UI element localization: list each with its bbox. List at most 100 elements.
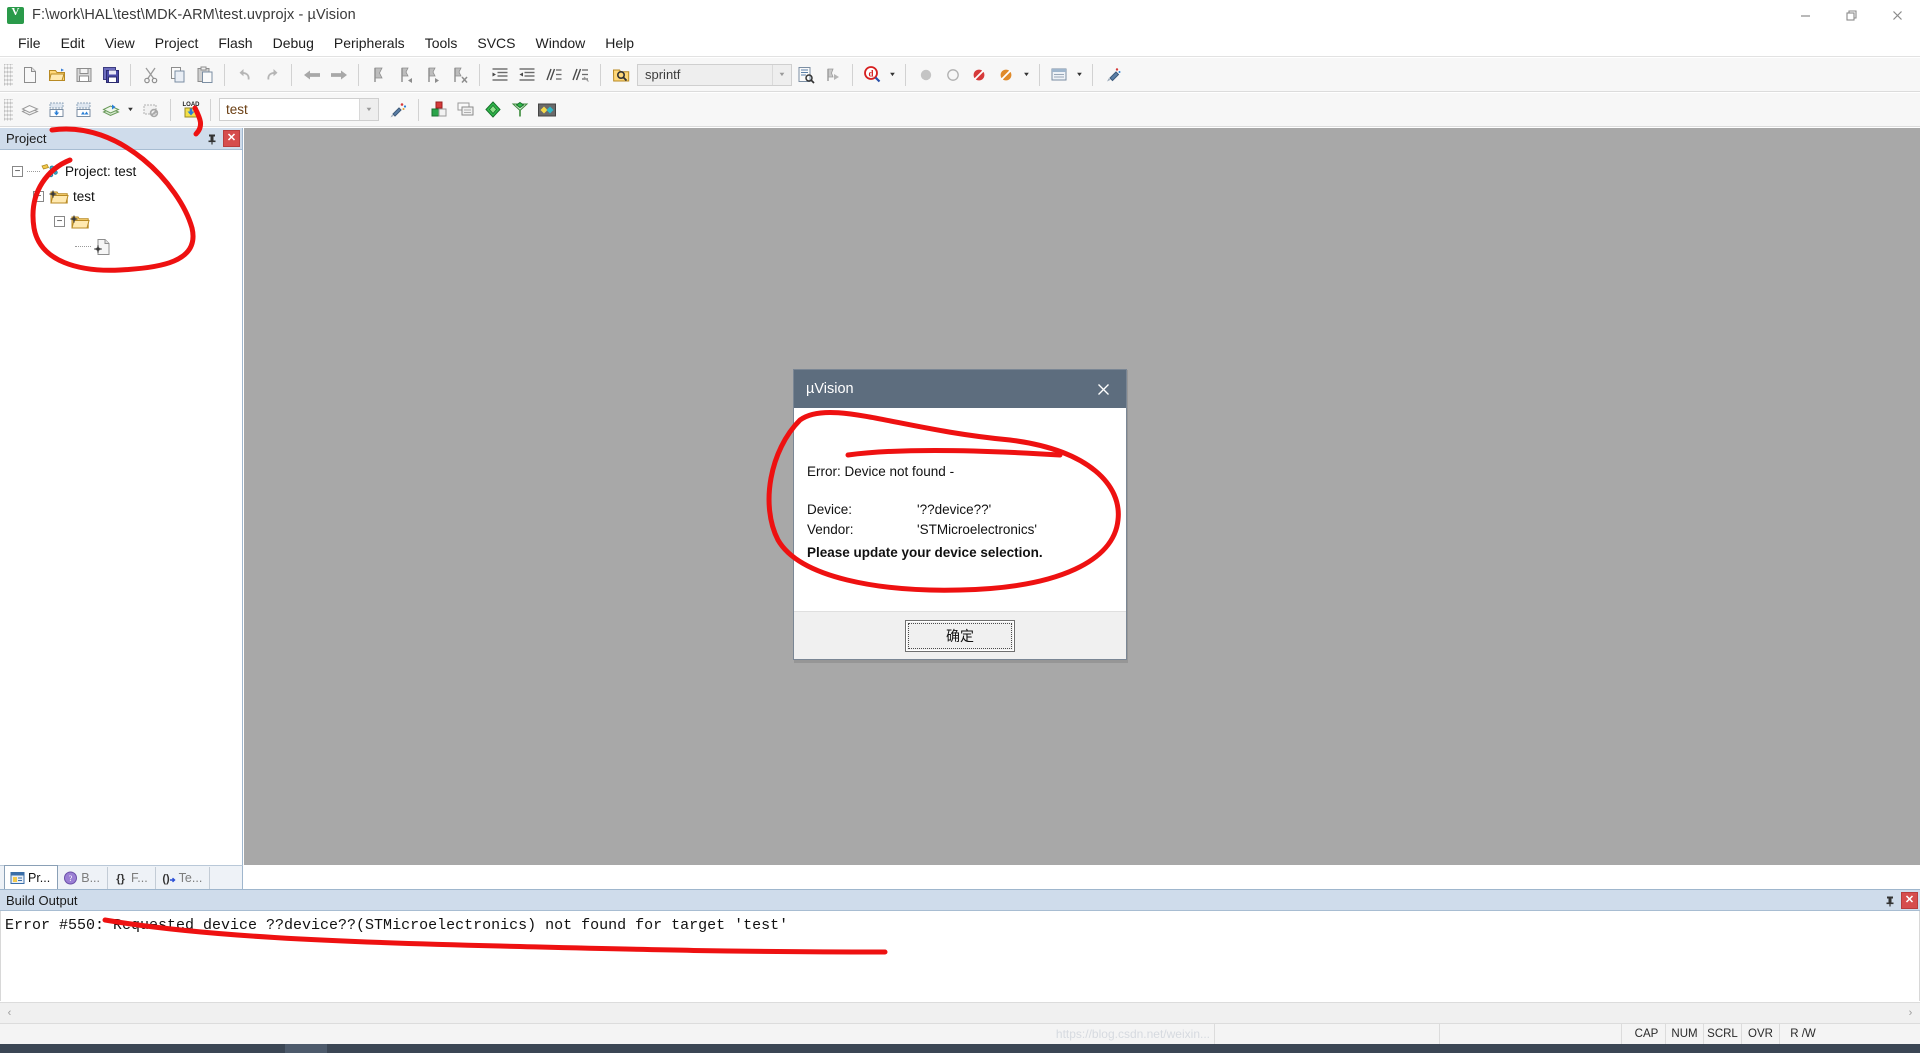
debug-search-icon[interactable]: d <box>859 61 886 88</box>
expand-collapse-icon[interactable]: − <box>12 166 23 177</box>
scroll-right-icon[interactable]: › <box>1901 1004 1920 1023</box>
pin-icon[interactable] <box>1881 892 1898 909</box>
chevron-down-icon[interactable] <box>124 96 137 123</box>
tree-node-file[interactable] <box>12 234 242 259</box>
bookmark-next-icon[interactable] <box>419 61 446 88</box>
tab-books[interactable]: ? B... <box>58 867 108 889</box>
menu-peripherals[interactable]: Peripherals <box>324 31 415 55</box>
navigate-back-icon[interactable] <box>298 61 325 88</box>
bookmark-toggle-icon[interactable] <box>365 61 392 88</box>
status-message-area: https://blog.csdn.net/weixin... <box>0 1023 1215 1045</box>
build-output-hscrollbar[interactable]: ‹ › <box>0 1002 1920 1023</box>
menu-debug[interactable]: Debug <box>263 31 324 55</box>
search-combo[interactable]: sprintf <box>637 63 792 86</box>
navigate-forward-icon[interactable] <box>325 61 352 88</box>
pack-installer-icon[interactable] <box>479 96 506 123</box>
build-output-title: Build Output <box>6 892 78 908</box>
copy-icon[interactable] <box>164 61 191 88</box>
target-options-icon[interactable] <box>385 96 412 123</box>
chevron-down-icon[interactable] <box>1020 61 1033 88</box>
breakpoint-icon[interactable] <box>912 61 939 88</box>
dialog-footer: 确定 <box>794 611 1126 659</box>
chevron-down-icon[interactable] <box>359 99 378 120</box>
expand-collapse-icon[interactable]: − <box>54 216 65 227</box>
tab-functions[interactable]: {} F... <box>108 867 156 889</box>
menu-tools[interactable]: Tools <box>415 31 468 55</box>
comment-icon[interactable] <box>540 61 567 88</box>
source-file-icon <box>91 238 111 256</box>
paste-icon[interactable] <box>191 61 218 88</box>
incremental-find-icon[interactable] <box>792 61 819 88</box>
close-icon[interactable]: ✕ <box>223 130 240 147</box>
close-icon[interactable] <box>1874 0 1920 30</box>
download-icon[interactable]: LOAD <box>177 96 204 123</box>
taskbar-active-app[interactable] <box>285 1044 327 1053</box>
menu-view[interactable]: View <box>95 31 145 55</box>
scroll-left-icon[interactable]: ‹ <box>0 1004 19 1023</box>
disable-breakpoint-icon[interactable] <box>939 61 966 88</box>
menu-file[interactable]: File <box>8 31 51 55</box>
bookmark-prev-icon[interactable] <box>392 61 419 88</box>
close-icon[interactable] <box>1081 370 1126 408</box>
chevron-down-icon[interactable] <box>772 64 791 85</box>
menu-project[interactable]: Project <box>145 31 209 55</box>
bookmark-clear-icon[interactable] <box>446 61 473 88</box>
scroll-track[interactable] <box>19 1005 1901 1021</box>
menu-window[interactable]: Window <box>526 31 596 55</box>
minimize-icon[interactable] <box>1782 0 1828 30</box>
search-input[interactable]: sprintf <box>638 67 772 82</box>
cut-icon[interactable] <box>137 61 164 88</box>
software-packs-icon[interactable] <box>533 96 560 123</box>
save-icon[interactable] <box>70 61 97 88</box>
status-num: NUM <box>1666 1023 1704 1045</box>
ok-button[interactable]: 确定 <box>905 619 1015 652</box>
toolbar-grip[interactable] <box>4 63 13 86</box>
batch-build-icon[interactable] <box>97 96 124 123</box>
toolbar-separator <box>418 98 419 121</box>
undo-icon[interactable] <box>231 61 258 88</box>
tab-templates[interactable]: () Te... <box>156 867 211 889</box>
rebuild-all-icon[interactable] <box>70 96 97 123</box>
toolbar-grip[interactable] <box>4 98 13 121</box>
menu-help[interactable]: Help <box>595 31 644 55</box>
build-target-icon[interactable] <box>43 96 70 123</box>
manage-run-time-icon[interactable] <box>506 96 533 123</box>
translate-icon[interactable] <box>16 96 43 123</box>
open-file-icon[interactable] <box>43 61 70 88</box>
chevron-down-icon[interactable] <box>1073 61 1086 88</box>
config-wizard-icon[interactable] <box>1099 61 1126 88</box>
target-selector[interactable]: test <box>219 98 379 121</box>
tree-node-target[interactable]: − test <box>12 184 242 209</box>
close-icon[interactable]: ✕ <box>1901 892 1918 909</box>
tree-node-group[interactable]: − <box>12 209 242 234</box>
save-all-icon[interactable] <box>97 61 124 88</box>
status-scrl: SCRL <box>1704 1023 1742 1045</box>
toolbar-separator <box>170 98 171 121</box>
menu-edit[interactable]: Edit <box>51 31 95 55</box>
new-file-icon[interactable] <box>16 61 43 88</box>
menu-flash[interactable]: Flash <box>208 31 262 55</box>
find-in-files-icon[interactable] <box>607 61 634 88</box>
kill-breakpoints-icon[interactable] <box>966 61 993 88</box>
tree-node-project[interactable]: − Project: test <box>12 159 242 184</box>
menu-svcs[interactable]: SVCS <box>467 31 525 55</box>
build-output-text[interactable]: Error #550: Requested device ??device??(… <box>0 911 1920 1001</box>
disable-all-breakpoints-icon[interactable] <box>993 61 1020 88</box>
restore-icon[interactable] <box>1828 0 1874 30</box>
redo-icon[interactable] <box>258 61 285 88</box>
pin-icon[interactable] <box>203 130 220 147</box>
tab-project[interactable]: Pr... <box>4 865 59 889</box>
manage-project-items-icon[interactable] <box>425 96 452 123</box>
expand-collapse-icon[interactable]: − <box>33 191 44 202</box>
indent-icon[interactable] <box>486 61 513 88</box>
toolbar-separator <box>600 63 601 86</box>
chevron-down-icon[interactable] <box>886 61 899 88</box>
outdent-icon[interactable] <box>513 61 540 88</box>
stop-build-icon[interactable] <box>137 96 164 123</box>
project-panel: Project ✕ − Project: test − test − <box>0 128 243 865</box>
tab-templates-label: Te... <box>178 871 203 885</box>
go-to-definition-icon[interactable] <box>819 61 846 88</box>
multi-project-icon[interactable] <box>452 96 479 123</box>
uncomment-icon[interactable] <box>567 61 594 88</box>
manage-components-icon[interactable] <box>1046 61 1073 88</box>
